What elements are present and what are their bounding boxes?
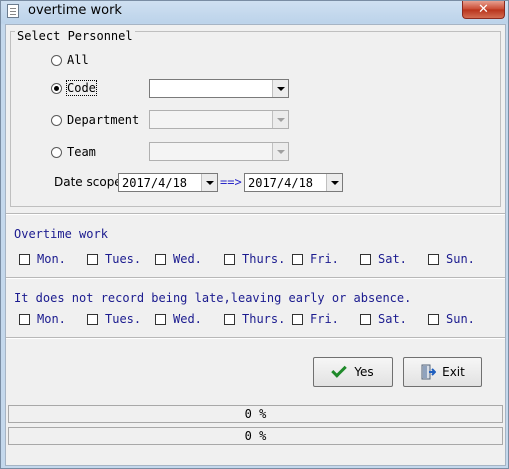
checkbox[interactable] <box>224 253 235 265</box>
dialog-body: Select Personnel All Code Department Tea… <box>5 24 506 466</box>
checkbox[interactable] <box>87 253 98 265</box>
checkmark-icon <box>331 362 348 378</box>
radio-team[interactable]: Team <box>51 144 96 160</box>
day-label: Thurs. <box>242 312 286 326</box>
no-record-sat[interactable]: Sat. <box>360 311 407 327</box>
dialog-window: overtime work ✕ Select Personnel All Cod… <box>0 0 509 469</box>
date-from-combo[interactable]: 2017/4/18 <box>118 173 218 192</box>
select-personnel-group: Select Personnel All Code Department Tea… <box>10 29 501 207</box>
date-from-value: 2017/4/18 <box>122 176 188 190</box>
day-label: Thurs. <box>242 252 286 266</box>
checkbox[interactable] <box>428 313 439 325</box>
overtime-fri[interactable]: Fri. <box>292 251 339 267</box>
radio-all-label: All <box>67 53 89 67</box>
checkbox[interactable] <box>155 313 166 325</box>
checkbox[interactable] <box>428 253 439 265</box>
overtime-sun[interactable]: Sun. <box>428 251 475 267</box>
team-combo[interactable] <box>149 142 289 161</box>
no-record-tues[interactable]: Tues. <box>87 311 141 327</box>
day-label: Tues. <box>105 312 142 326</box>
progress-text-1: 0 % <box>244 407 267 421</box>
progress-bar-2: 0 % <box>8 427 503 445</box>
overtime-tues[interactable]: Tues. <box>87 251 141 267</box>
checkbox[interactable] <box>19 313 30 325</box>
date-scope-label: Date scope <box>54 175 122 189</box>
chevron-down-icon[interactable] <box>272 143 288 160</box>
overtime-title: Overtime work <box>14 227 108 241</box>
checkbox[interactable] <box>19 253 30 265</box>
checkbox[interactable] <box>360 313 371 325</box>
overtime-sat[interactable]: Sat. <box>360 251 407 267</box>
checkbox[interactable] <box>292 313 303 325</box>
day-label: Wed. <box>173 252 202 266</box>
code-combo[interactable] <box>149 79 289 98</box>
radio-team-indicator[interactable] <box>51 146 62 158</box>
no-record-sun[interactable]: Sun. <box>428 311 475 327</box>
day-label: Mon. <box>37 312 66 326</box>
radio-code-indicator[interactable] <box>51 82 62 94</box>
checkbox[interactable] <box>224 313 235 325</box>
yes-label: Yes <box>354 365 374 379</box>
day-label: Fri. <box>310 252 339 266</box>
close-button[interactable]: ✕ <box>462 1 505 19</box>
day-label: Mon. <box>37 252 66 266</box>
app-icon <box>7 4 19 18</box>
separator <box>6 213 505 215</box>
exit-door-icon <box>420 364 437 380</box>
radio-all-indicator[interactable] <box>51 54 62 66</box>
checkbox[interactable] <box>360 253 371 265</box>
day-label: Sat. <box>378 252 407 266</box>
day-label: Sat. <box>378 312 407 326</box>
group-label: Select Personnel <box>15 29 135 43</box>
day-label: Fri. <box>310 312 339 326</box>
chevron-down-icon[interactable] <box>272 80 288 97</box>
chevron-down-icon[interactable] <box>272 111 288 128</box>
radio-team-label: Team <box>67 145 96 159</box>
no-record-thurs[interactable]: Thurs. <box>224 311 285 327</box>
checkbox[interactable] <box>155 253 166 265</box>
overtime-wed[interactable]: Wed. <box>155 251 202 267</box>
radio-code[interactable]: Code <box>51 80 97 96</box>
radio-department-label: Department <box>67 113 140 127</box>
no-record-wed[interactable]: Wed. <box>155 311 202 327</box>
exit-label: Exit <box>442 365 465 379</box>
yes-button[interactable]: Yes <box>313 357 393 387</box>
separator <box>6 277 505 279</box>
chevron-down-icon[interactable] <box>326 174 342 191</box>
title-bar[interactable]: overtime work ✕ <box>1 1 508 23</box>
no-record-mon[interactable]: Mon. <box>19 311 66 327</box>
overtime-thurs[interactable]: Thurs. <box>224 251 285 267</box>
no-record-fri[interactable]: Fri. <box>292 311 339 327</box>
progress-bar-1: 0 % <box>8 405 503 423</box>
day-label: Wed. <box>173 312 202 326</box>
overtime-mon[interactable]: Mon. <box>19 251 66 267</box>
chevron-down-icon[interactable] <box>201 174 217 191</box>
separator <box>6 337 505 339</box>
radio-all[interactable]: All <box>51 52 89 68</box>
radio-department-indicator[interactable] <box>51 114 62 126</box>
day-label: Sun. <box>446 252 475 266</box>
window-title: overtime work <box>28 3 122 18</box>
day-label: Tues. <box>105 252 142 266</box>
exit-button[interactable]: Exit <box>403 357 482 387</box>
date-to-combo[interactable]: 2017/4/18 <box>244 173 343 192</box>
date-range-arrow: ==> <box>220 175 242 189</box>
date-to-value: 2017/4/18 <box>248 176 314 190</box>
radio-code-label: Code <box>66 80 97 96</box>
radio-department[interactable]: Department <box>51 112 139 128</box>
day-label: Sun. <box>446 312 475 326</box>
checkbox[interactable] <box>292 253 303 265</box>
department-combo[interactable] <box>149 110 289 129</box>
no-record-title: It does not record being late,leaving ea… <box>14 291 412 305</box>
progress-text-2: 0 % <box>244 429 267 443</box>
checkbox[interactable] <box>87 313 98 325</box>
